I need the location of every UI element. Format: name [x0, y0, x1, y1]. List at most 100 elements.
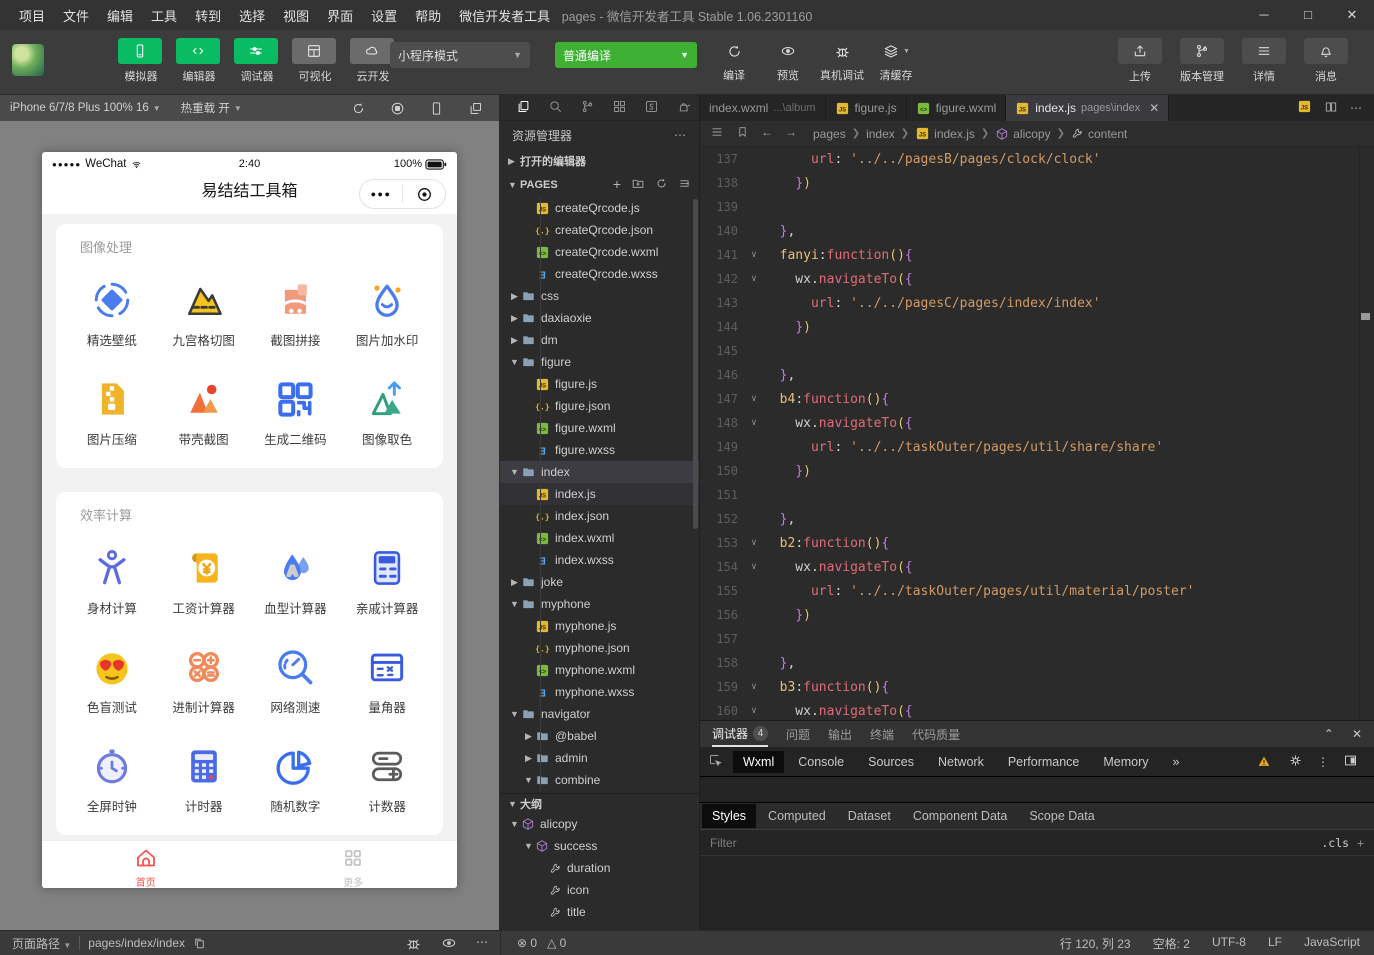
capsule-more-button[interactable]: ●●●: [360, 189, 402, 199]
fold-chevron-icon[interactable]: ∨: [744, 274, 764, 284]
minimize-button[interactable]: ─: [1242, 0, 1286, 30]
devtools-tab-Network[interactable]: Network: [928, 751, 994, 773]
menu-item[interactable]: 设置: [362, 6, 406, 25]
new-folder-button[interactable]: [631, 177, 645, 193]
上传-button[interactable]: 上传: [1116, 38, 1164, 84]
styles-tab-Component-Data[interactable]: Component Data: [903, 804, 1018, 828]
eol-setting[interactable]: LF: [1268, 935, 1282, 952]
breadcrumb-item[interactable]: pages: [813, 127, 846, 141]
app-item-protractor[interactable]: 量角器: [341, 643, 433, 716]
tree-item-joke[interactable]: ▶ joke: [500, 571, 699, 593]
styles-tab-Dataset[interactable]: Dataset: [838, 804, 901, 828]
collapse-panel-button[interactable]: ⌃: [1324, 727, 1334, 741]
sim-refresh-icon[interactable]: [351, 101, 366, 116]
activity-search[interactable]: [548, 99, 563, 117]
详情-button[interactable]: 详情: [1240, 38, 1288, 84]
app-item-relative-calc[interactable]: 亲戚计算器: [341, 544, 433, 617]
tree-item-figure.wxml[interactable]: <> figure.wxml: [500, 417, 699, 439]
activity-extensions[interactable]: [612, 99, 627, 117]
消息-button[interactable]: 消息: [1302, 38, 1350, 84]
menu-item[interactable]: 微信开发者工具: [450, 6, 559, 25]
breadcrumb-item[interactable]: JSindex.js: [915, 126, 975, 141]
fold-chevron-icon[interactable]: ∨: [744, 418, 764, 428]
close-panel-button[interactable]: ✕: [1352, 727, 1362, 741]
fold-chevron-icon[interactable]: ∨: [744, 706, 764, 716]
cursor-position[interactable]: 行 120, 列 23: [1060, 935, 1131, 952]
app-item-color-picker[interactable]: 图像取色: [341, 375, 433, 448]
app-item-counter[interactable]: 计数器: [341, 742, 433, 815]
tree-item-figure.wxss[interactable]: Ǝ figure.wxss: [500, 439, 699, 461]
tree-item-myphone.wxss[interactable]: Ǝ myphone.wxss: [500, 681, 699, 703]
activity-files[interactable]: [516, 99, 531, 117]
editor-tab-figure.js[interactable]: JSfigure.js: [826, 95, 907, 121]
tree-item-createQrcode.wxml[interactable]: <> createQrcode.wxml: [500, 241, 699, 263]
menu-item[interactable]: 选择: [230, 6, 274, 25]
breadcrumb-item[interactable]: content: [1071, 127, 1127, 141]
explorer-scrollbar[interactable]: [693, 199, 698, 529]
fold-chevron-icon[interactable]: ∨: [744, 250, 764, 260]
tree-item-@babel[interactable]: ▶ @babel: [500, 725, 699, 747]
app-item-body-calc[interactable]: 身材计算: [66, 544, 158, 617]
close-tab-icon[interactable]: ✕: [1149, 101, 1159, 115]
debugger-tab-代码质量[interactable]: 代码质量: [912, 721, 960, 747]
app-item-fullscreen-clock[interactable]: 全屏时钟: [66, 742, 158, 815]
app-item-base-calc[interactable]: 进制计算器: [158, 643, 250, 716]
editor-tab-index.wxml[interactable]: index.wxml ...\album: [700, 95, 826, 121]
devtools-tab-Performance[interactable]: Performance: [998, 751, 1090, 773]
menu-item[interactable]: 界面: [318, 6, 362, 25]
tree-item-myphone[interactable]: ▼ myphone: [500, 593, 699, 615]
tree-item-createQrcode.json[interactable]: {.} createQrcode.json: [500, 219, 699, 241]
capsule-exit-button[interactable]: [403, 186, 445, 203]
调试器-button[interactable]: 调试器: [234, 38, 280, 84]
app-item-blood-calc[interactable]: A 血型计算器: [250, 544, 342, 617]
tree-item-index.json[interactable]: {.} index.json: [500, 505, 699, 527]
sim-multiwindow-icon[interactable]: [468, 101, 483, 116]
tree-item-title[interactable]: title: [500, 901, 699, 923]
more-horizontal-icon[interactable]: ⋯: [674, 128, 687, 142]
debugger-tab-输出[interactable]: 输出: [828, 721, 852, 747]
sim-record-icon[interactable]: [390, 101, 405, 116]
menu-item[interactable]: 视图: [274, 6, 318, 25]
tree-item-success[interactable]: ▼ success: [500, 835, 699, 857]
problems-summary[interactable]: ⊗ 0 △ 0: [500, 931, 700, 955]
mode-select[interactable]: 小程序模式 ▼: [390, 42, 530, 68]
fold-chevron-icon[interactable]: ∨: [744, 562, 764, 572]
tree-item-figure[interactable]: ▼ figure: [500, 351, 699, 373]
styles-tab-Scope-Data[interactable]: Scope Data: [1019, 804, 1104, 828]
avatar[interactable]: [12, 44, 44, 76]
editor-tab-index.js[interactable]: JSindex.js pages\index ✕: [1006, 95, 1169, 121]
hot-reload-toggle[interactable]: 热重载 开 ▼: [171, 100, 252, 116]
preview-eye-icon[interactable]: [440, 935, 458, 952]
tree-item-dm[interactable]: ▶ dm: [500, 329, 699, 351]
styles-filter-input[interactable]: [710, 836, 910, 850]
模拟器-button[interactable]: 模拟器: [118, 38, 164, 84]
app-item-colorblind-test[interactable]: 色盲测试: [66, 643, 158, 716]
app-item-framed-screenshot[interactable]: 带壳截图: [158, 375, 250, 448]
devtools-tab-overflow[interactable]: »: [1163, 751, 1190, 773]
dock-side-button[interactable]: [1343, 753, 1358, 771]
open-editors-section[interactable]: ▶ 打开的编辑器: [500, 149, 699, 173]
collapse-all-button[interactable]: [678, 177, 691, 193]
bookmark-button[interactable]: [736, 125, 749, 142]
warnings-indicator[interactable]: [1257, 755, 1274, 768]
new-file-plus-button[interactable]: +: [613, 177, 621, 193]
device-select[interactable]: iPhone 6/7/8 Plus 100% 16 ▼: [0, 102, 171, 114]
tree-item-figure.js[interactable]: JS figure.js: [500, 373, 699, 395]
app-item-compress[interactable]: 图片压缩: [66, 375, 158, 448]
tree-item-css[interactable]: ▶ css: [500, 285, 699, 307]
tree-item-index.wxss[interactable]: Ǝ index.wxss: [500, 549, 699, 571]
tabbar-grid-more[interactable]: 更多: [250, 841, 458, 888]
app-item-salary-calc[interactable]: 工资计算器: [158, 544, 250, 617]
cls-toggle[interactable]: .cls: [1321, 836, 1349, 850]
nav-back-button[interactable]: ←: [761, 125, 773, 142]
tree-item-icon[interactable]: icon: [500, 879, 699, 901]
copy-icon[interactable]: [193, 937, 206, 950]
outline-section[interactable]: ▼ 大纲: [500, 793, 699, 813]
more-vertical-icon[interactable]: ⋮: [1317, 755, 1329, 769]
app-item-wallpaper[interactable]: 精选壁纸: [66, 276, 158, 349]
menu-item[interactable]: 编辑: [98, 6, 142, 25]
devtools-tab-Console[interactable]: Console: [788, 751, 854, 773]
tree-item-myphone.wxml[interactable]: <> myphone.wxml: [500, 659, 699, 681]
activity-miniprogram-s[interactable]: [644, 99, 659, 117]
app-item-timer-calc[interactable]: 计时器: [158, 742, 250, 815]
